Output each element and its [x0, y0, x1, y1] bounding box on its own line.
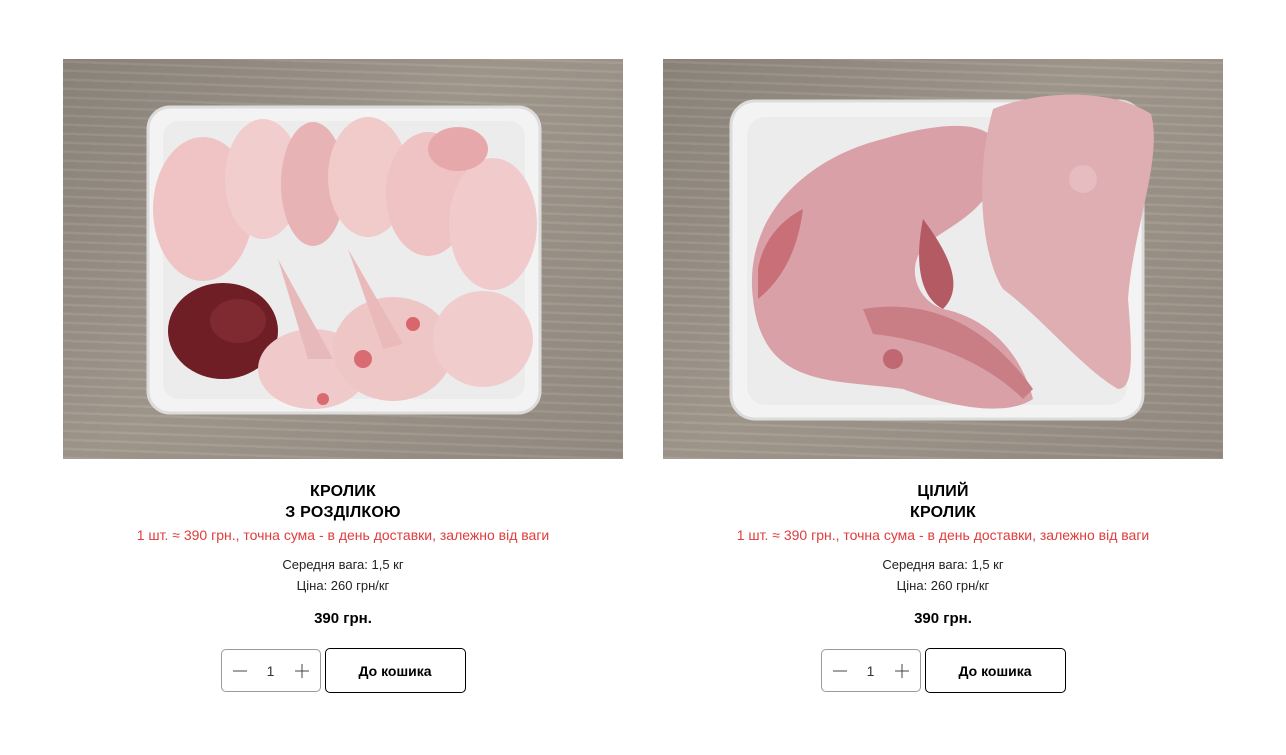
- buy-controls: 1 До кошика: [820, 648, 1066, 693]
- product-title[interactable]: ЦІЛИЙ КРОЛИК: [910, 481, 976, 523]
- unit-price: Ціна: 260 грн/кг: [896, 578, 990, 593]
- product-grid: КРОЛИК З РОЗДІЛКОЮ 1 шт. ≈ 390 грн., точ…: [63, 59, 1223, 693]
- add-to-cart-button[interactable]: До кошика: [924, 648, 1066, 693]
- quantity-value[interactable]: 1: [856, 663, 886, 679]
- quantity-stepper: 1: [220, 649, 321, 692]
- plus-icon[interactable]: [892, 661, 912, 681]
- price-note: 1 шт. ≈ 390 грн., точна сума - в день до…: [136, 527, 550, 543]
- minus-icon[interactable]: [830, 661, 850, 681]
- whole-rabbit-photo: [729, 94, 1154, 421]
- product-title-line1: ЦІЛИЙ: [917, 483, 969, 500]
- add-to-cart-button[interactable]: До кошика: [324, 648, 466, 693]
- rabbit-cut-photo: [146, 105, 542, 415]
- average-weight: Середня вага: 1,5 кг: [282, 557, 404, 572]
- product-title-line2: КРОЛИК: [910, 504, 976, 521]
- product-title-line1: КРОЛИК: [310, 483, 376, 500]
- product-card: ЦІЛИЙ КРОЛИК 1 шт. ≈ 390 грн., точна сум…: [663, 59, 1223, 693]
- quantity-stepper: 1: [820, 649, 921, 692]
- average-weight: Середня вага: 1,5 кг: [882, 557, 1004, 572]
- product-price: 390 грн.: [314, 610, 372, 627]
- product-price: 390 грн.: [914, 610, 972, 627]
- quantity-value[interactable]: 1: [256, 663, 286, 679]
- buy-controls: 1 До кошика: [220, 648, 466, 693]
- price-note: 1 шт. ≈ 390 грн., точна сума - в день до…: [736, 527, 1150, 543]
- product-title[interactable]: КРОЛИК З РОЗДІЛКОЮ: [285, 481, 400, 523]
- product-title-line2: З РОЗДІЛКОЮ: [285, 504, 401, 521]
- product-image[interactable]: [63, 59, 623, 459]
- product-details: Середня вага: 1,5 кг Ціна: 260 грн/кг: [882, 554, 1003, 596]
- product-card: КРОЛИК З РОЗДІЛКОЮ 1 шт. ≈ 390 грн., точ…: [63, 59, 623, 693]
- plus-icon[interactable]: [292, 661, 312, 681]
- product-details: Середня вага: 1,5 кг Ціна: 260 грн/кг: [282, 554, 403, 596]
- unit-price: Ціна: 260 грн/кг: [296, 578, 390, 593]
- product-image[interactable]: [663, 59, 1223, 459]
- minus-icon[interactable]: [230, 661, 250, 681]
